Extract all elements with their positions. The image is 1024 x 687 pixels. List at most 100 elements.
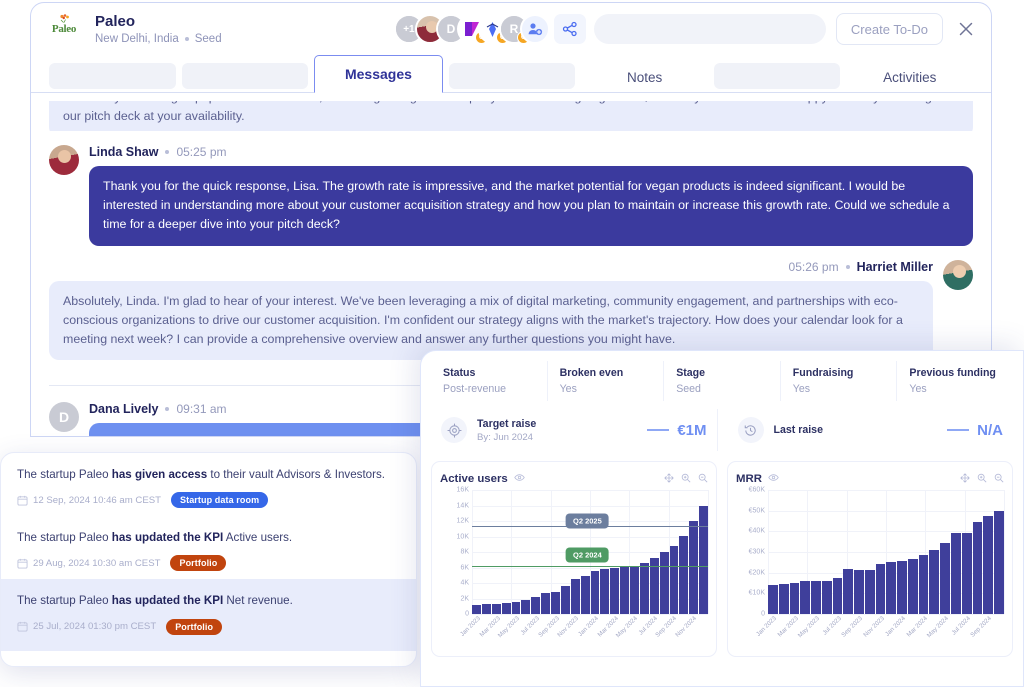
bar[interactable] [875,564,886,614]
bar[interactable] [511,601,521,614]
chart-toolbar[interactable] [664,470,708,488]
dash-icon [647,429,670,431]
bar[interactable] [501,602,511,614]
bar[interactable] [689,521,699,614]
last-raise-card: Last raise N/A [728,409,1014,451]
bar[interactable] [630,565,639,614]
bar[interactable] [918,555,929,614]
activity-item[interactable]: The startup Paleo has updated the KPI Ac… [1,516,416,579]
eye-icon[interactable] [514,470,525,488]
chart-mrr: MRR 0 €10K €20K €30K €40K €50K €60K Jan … [727,461,1013,657]
activity-feed-card: The startup Paleo has given access to th… [0,452,417,667]
bar[interactable] [778,584,789,614]
bar[interactable] [864,570,875,614]
calendar-icon [17,558,28,569]
x-axis: Jan 2023 Mar 2023 May 2023 Jul 2023 Sep 2023… [755,614,1004,639]
activity-text: The startup Paleo has updated the KPI Ne… [17,593,400,609]
bar[interactable] [951,533,961,614]
bar[interactable] [789,583,800,614]
bar[interactable] [481,604,491,614]
y-tick-label: €60K [748,486,765,494]
create-todo-button[interactable]: Create To-Do [835,13,943,45]
status-badge: Portfolio [170,555,227,572]
tab-placeholder-1[interactable] [49,63,176,89]
bar[interactable] [768,585,778,614]
bar[interactable] [610,568,620,614]
activity-item[interactable]: The startup Paleo has given access to th… [1,453,416,516]
avatar-initial-label: D [58,409,70,426]
bar[interactable] [699,505,708,614]
bar[interactable] [800,580,811,614]
bar[interactable] [843,568,854,614]
bar[interactable] [531,597,541,614]
bar[interactable] [669,545,679,614]
tab-placeholder-3[interactable] [448,63,576,89]
activity-item[interactable]: The startup Paleo has updated the KPI Ne… [1,579,416,651]
raise-amount-label: €1M [677,421,707,439]
bar[interactable] [811,580,821,614]
zoom-out-icon[interactable] [698,470,708,488]
bar[interactable] [600,569,610,614]
close-icon[interactable] [953,16,979,42]
member-avatar-stack[interactable]: +1 D C C [393,14,550,44]
activity-timestamp-label: 29 Aug, 2024 10:30 am CEST [33,557,161,569]
bar[interactable] [929,549,940,614]
bar[interactable] [620,566,629,614]
company-title-block: Paleo New Delhi, India Seed [95,13,222,44]
y-tick-label: 16K [456,486,469,494]
bar[interactable] [491,603,501,614]
tab-placeholder-4[interactable] [713,63,841,89]
separator-dot-icon [165,407,170,412]
tab-activities[interactable]: Activities [846,62,973,92]
bar[interactable] [590,571,600,614]
bar[interactable] [659,552,669,614]
bar[interactable] [521,600,531,614]
bar[interactable] [854,570,864,614]
eye-icon[interactable] [768,470,779,488]
bar[interactable] [472,605,481,614]
kpi-value: Yes [559,383,577,395]
kpi-value: Yes [792,383,811,395]
gridline [708,490,709,614]
share-icon[interactable] [553,14,586,44]
chart-title: Active users [440,473,508,485]
chart-toolbar[interactable] [960,470,1004,488]
tab-notes[interactable]: Notes [581,62,708,92]
tab-messages[interactable]: Messages [314,55,443,93]
bar[interactable] [994,511,1004,614]
add-person-icon[interactable] [519,14,550,44]
activity-text-after: Net revenue. [223,594,293,608]
zoom-out-icon[interactable] [994,470,1004,488]
message-body: Linda Shaw 05:25 pm Thank you for the qu… [89,145,973,246]
bar[interactable] [541,593,550,614]
chart-active-users: Active users 0 2K 4K 6K 8K 10K 12K 14K 1… [431,461,717,657]
tab-messages-label: Messages [344,66,412,82]
tab-bar[interactable]: Messages Notes Activities [31,55,991,93]
zoom-in-icon[interactable] [681,470,691,488]
bar[interactable] [832,578,843,614]
message-item: 05:26 pm Harriet Miller Absolutely, Lind… [49,259,973,361]
bar[interactable] [961,532,972,614]
zoom-in-icon[interactable] [977,470,987,488]
bar[interactable] [897,561,907,614]
bar[interactable] [580,576,590,614]
chart-header: MRR [736,470,1004,488]
bar[interactable] [972,521,983,614]
tab-placeholder-2[interactable] [181,63,309,89]
bar[interactable] [560,586,570,614]
y-tick-label: 0 [761,610,765,618]
activity-text: The startup Paleo has given access to th… [17,467,400,483]
bar[interactable] [679,535,689,614]
bar[interactable] [551,592,560,614]
bar[interactable] [886,562,897,614]
bar[interactable] [639,563,649,614]
bar[interactable] [940,543,951,614]
search-input[interactable] [593,14,826,44]
message-author: Linda Shaw [89,145,159,159]
bar[interactable] [907,558,918,614]
move-icon[interactable] [664,470,674,488]
bar[interactable] [570,579,580,614]
bar[interactable] [983,516,994,614]
move-icon[interactable] [960,470,970,488]
bar[interactable] [821,580,832,614]
